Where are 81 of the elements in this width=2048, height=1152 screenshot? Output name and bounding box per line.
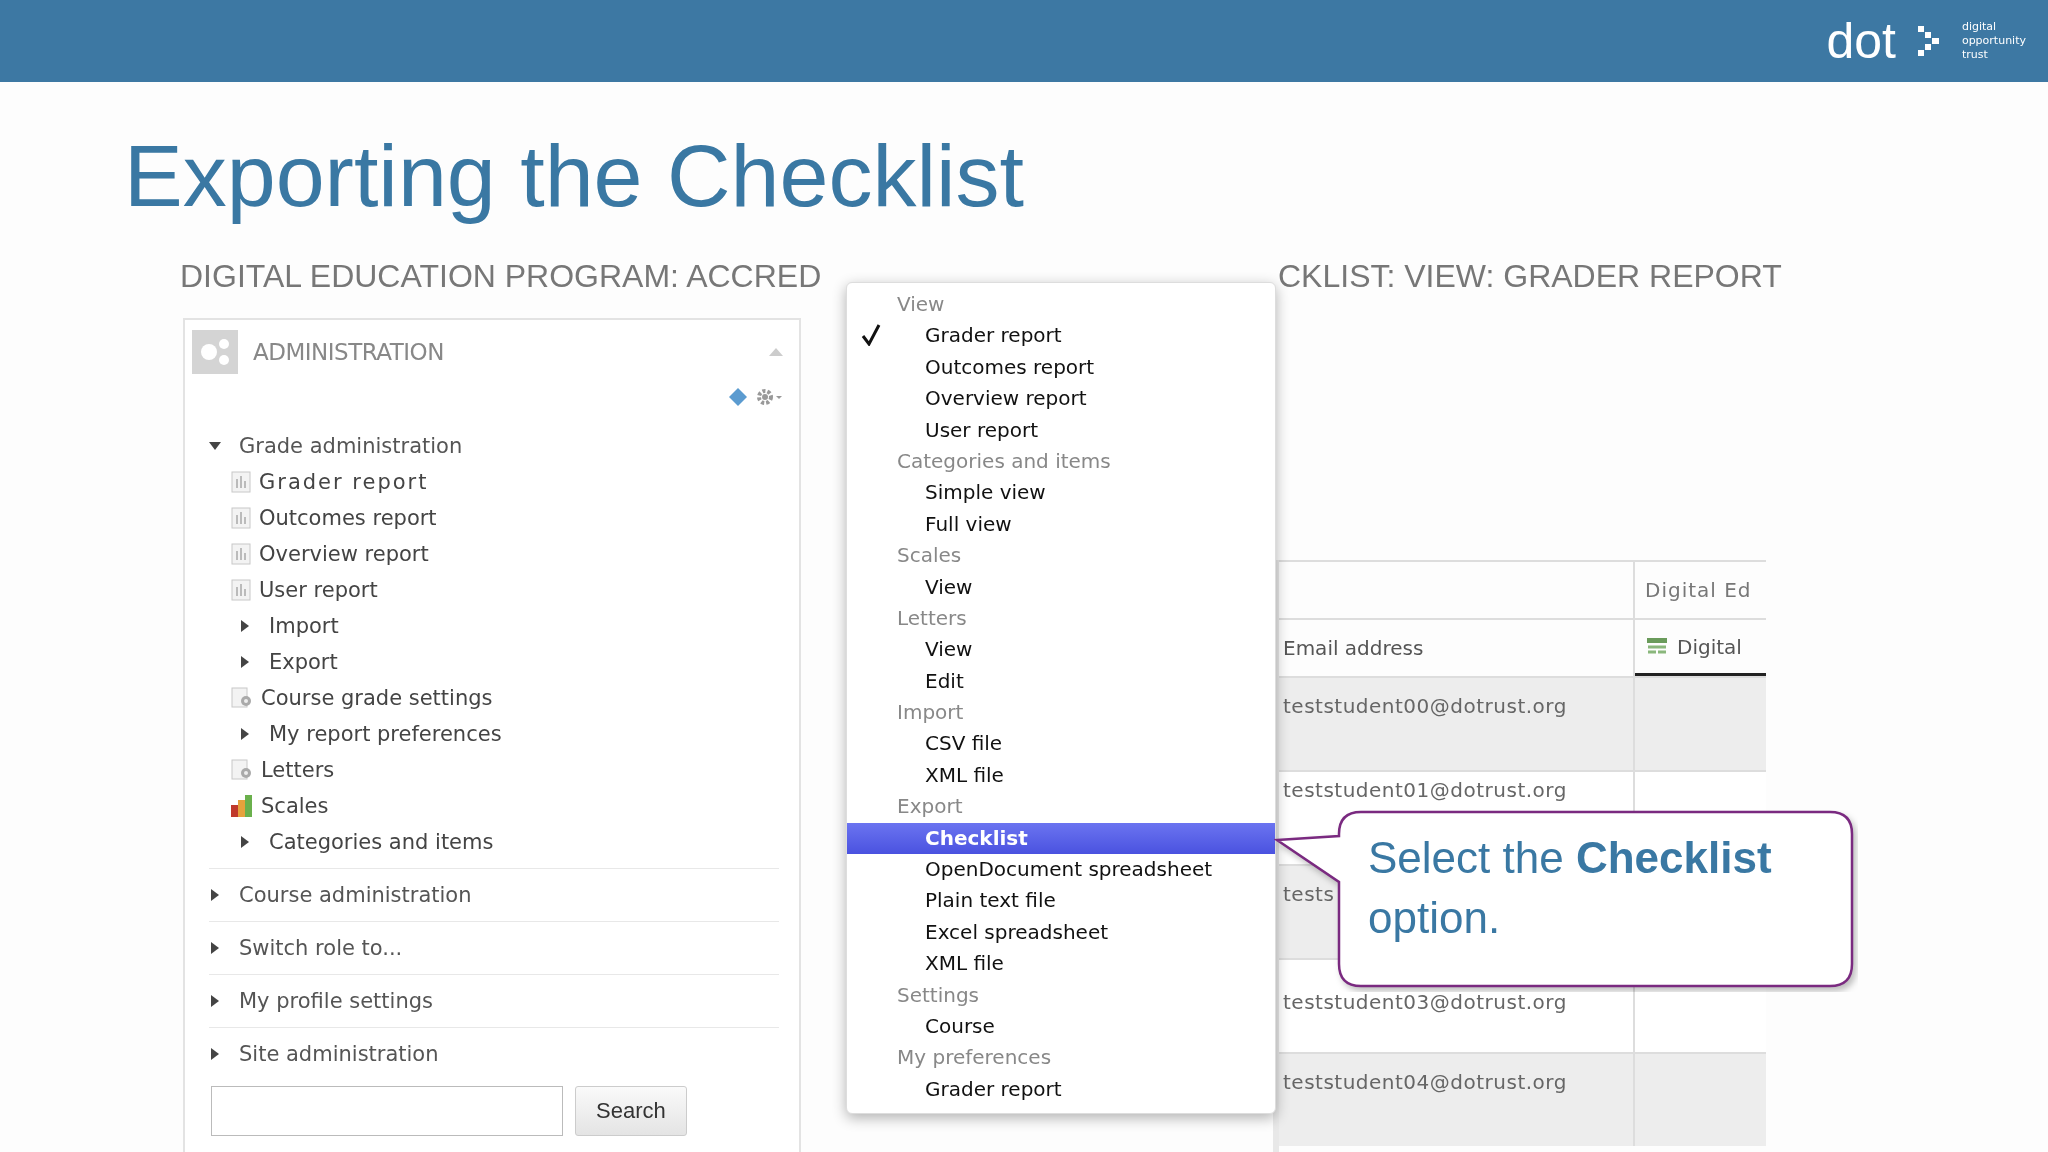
collapsed-caret-icon[interactable] [209,995,221,1007]
bar-chart-icon [231,795,253,817]
menu-group-label: View [896,291,946,318]
menu-group-label: Import [896,699,965,727]
table-cell: teststudent04@dotrust.org [1283,1070,1567,1094]
menu-item[interactable]: View [847,571,1275,603]
search-field[interactable] [211,1086,563,1136]
tree-item[interactable]: Course administration [239,883,472,907]
collapsed-caret-icon[interactable] [209,1048,221,1060]
collapsed-caret-icon[interactable] [239,835,251,849]
report-icon [231,543,251,565]
report-icon [231,579,251,601]
menu-group-label: My preferences [896,1044,1053,1072]
menu-item[interactable]: Checklist [847,822,1275,855]
menu-item[interactable]: OpenDocument spreadsheet [847,854,1275,886]
menu-item[interactable]: XML file [847,948,1275,980]
collapsed-caret-icon[interactable] [209,942,221,954]
collapsed-caret-icon[interactable] [239,619,251,633]
menu-group-label: Settings [896,981,981,1009]
logo-tagline: opportunity [1961,34,2026,48]
menu-item[interactable]: Full view [847,508,1275,541]
menu-item[interactable]: View [847,634,1275,666]
menu-item[interactable]: Grader report [847,1073,1275,1106]
move-icon[interactable] [729,388,747,406]
slide-title: Exporting the Checklist [124,126,1025,226]
column-group-header: Digital Ed [1645,578,1752,602]
logo-tagline: trust [1961,48,1989,62]
search-button[interactable]: Search [575,1086,687,1136]
menu-item[interactable]: Excel spreadsheet [847,916,1275,949]
table-cell: teststudent00@dotrust.org [1283,694,1567,718]
expanded-caret-icon[interactable] [209,440,221,452]
table-cell: teststudent03@dotrust.org [1283,990,1567,1014]
table-cell: teststudent01@dotrust.org [1283,778,1567,802]
menu-group-label: Categories and items [896,447,1112,475]
menu-item[interactable]: Course [847,1011,1275,1043]
collapsed-caret-icon[interactable] [239,727,251,741]
logo-tagline: digital [1961,20,1998,34]
menu-group-label: Letters [896,604,968,632]
tree-item[interactable]: Outcomes report [259,506,437,530]
tree-item[interactable]: Grade administration [239,434,463,458]
tree-item[interactable]: Grader report [259,470,429,494]
menu-item[interactable]: Edit [847,665,1275,698]
settings-document-icon [231,687,253,709]
settings-icon[interactable] [757,388,783,406]
tree-item[interactable]: Letters [261,758,335,782]
block-title: ADMINISTRATION [253,339,444,365]
collapsed-caret-icon[interactable] [209,889,221,901]
tree-item[interactable]: Overview report [259,542,429,566]
report-icon [231,471,251,493]
menu-item[interactable]: Overview report [847,383,1275,415]
tree-item[interactable]: User report [259,578,378,602]
tree-item[interactable]: Scales [261,794,329,818]
tree-item[interactable]: My report preferences [269,722,502,746]
tree-item[interactable]: Course grade settings [261,686,493,710]
menu-item[interactable]: Grader report [847,320,1275,352]
menu-group-label: Export [896,793,964,821]
callout-text: Select the Checklist option. [1368,832,1773,944]
tree-item[interactable]: Export [269,650,338,674]
menu-group-label: Scales [896,542,963,570]
menu-item[interactable]: Outcomes report [847,351,1275,384]
settings-document-icon [231,759,253,781]
admin-block-icon [192,330,238,374]
column-header[interactable]: Digital [1677,634,1742,659]
chevron-icon [1917,26,1940,56]
tree-item[interactable]: Import [269,614,339,638]
menu-item[interactable]: Plain text file [847,885,1275,917]
tree-item[interactable]: Categories and items [269,830,494,854]
logo-text: dot [1826,16,1896,66]
tree-item[interactable]: Switch role to... [239,936,403,960]
column-header[interactable]: Email address [1283,636,1424,660]
menu-item[interactable]: User report [847,414,1275,446]
menu-item[interactable]: XML file [847,759,1275,792]
collapsed-caret-icon[interactable] [239,655,251,669]
page-heading: DIGITAL EDUCATION PROGRAM: ACCRED [180,257,823,295]
tree-item[interactable]: Site administration [239,1042,439,1066]
tree-item[interactable]: My profile settings [239,989,433,1013]
table-cell: tests [1283,882,1335,906]
menu-item[interactable]: Simple view [847,477,1275,509]
menu-item[interactable]: CSV file [847,728,1275,760]
page-heading: CKLIST: VIEW: GRADER REPORT [1278,257,1782,295]
report-icon [231,507,251,529]
